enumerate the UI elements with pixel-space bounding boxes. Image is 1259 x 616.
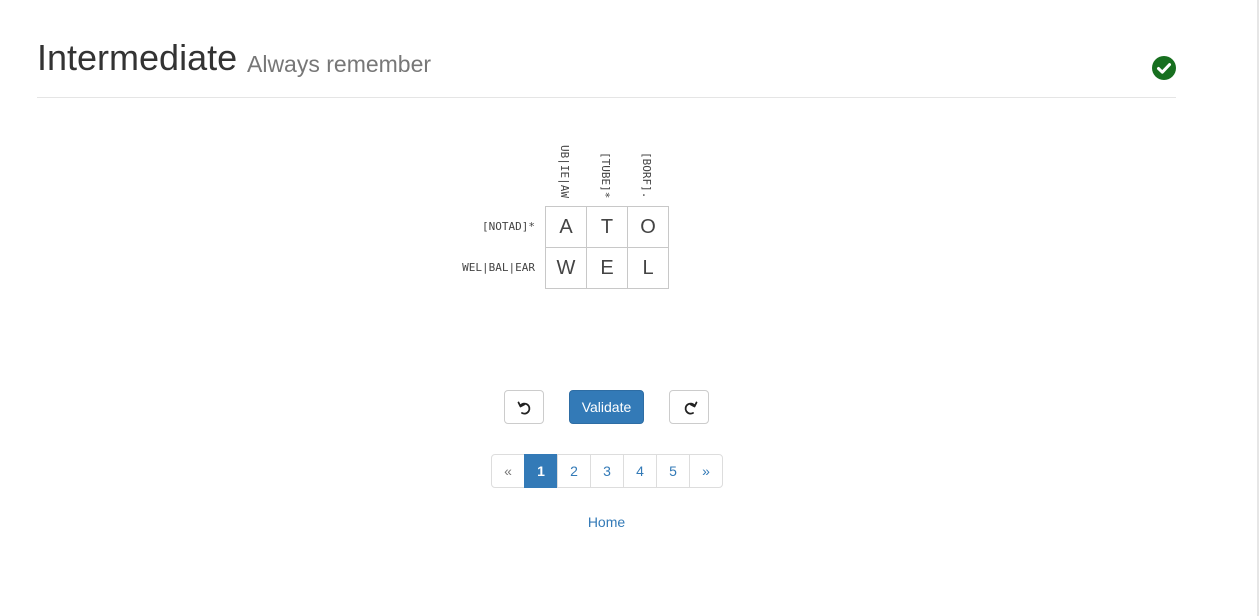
- grid-cell[interactable]: T: [587, 207, 628, 248]
- page-subtitle: Always remember: [247, 51, 432, 77]
- puzzle-grid: A T O W E L: [545, 206, 669, 289]
- grid-cell[interactable]: W: [546, 248, 587, 289]
- pagination: « 1 2 3 4 5 »: [491, 454, 723, 488]
- pagination-prev[interactable]: «: [491, 454, 525, 488]
- redo-button[interactable]: [669, 390, 709, 424]
- column-clue-2: [TUBE]*: [599, 152, 612, 199]
- column-clue-3: [BORF].: [640, 152, 653, 199]
- row-clue-2: WEL|BAL|EAR: [462, 261, 535, 274]
- pagination-page-4[interactable]: 4: [623, 454, 657, 488]
- redo-icon: [684, 401, 698, 415]
- grid-cell[interactable]: L: [628, 248, 669, 289]
- pagination-page-3[interactable]: 3: [590, 454, 624, 488]
- home-link[interactable]: Home: [560, 514, 653, 530]
- pagination-page-1[interactable]: 1: [524, 454, 558, 488]
- undo-icon: [517, 401, 531, 415]
- page-title: Intermediate: [37, 37, 238, 78]
- pagination-next[interactable]: »: [689, 454, 723, 488]
- column-clue-1: UB|IE|AW: [558, 145, 571, 198]
- undo-button[interactable]: [504, 390, 544, 424]
- pagination-page-5[interactable]: 5: [656, 454, 690, 488]
- grid-cell[interactable]: O: [628, 207, 669, 248]
- grid-cell[interactable]: E: [587, 248, 628, 289]
- grid-cell[interactable]: A: [546, 207, 587, 248]
- page-header: Intermediate Always remember: [37, 36, 1176, 98]
- row-clue-1: [NOTAD]*: [482, 220, 535, 233]
- pagination-page-2[interactable]: 2: [557, 454, 591, 488]
- check-circle-icon: [1152, 56, 1176, 80]
- validate-button[interactable]: Validate: [569, 390, 644, 424]
